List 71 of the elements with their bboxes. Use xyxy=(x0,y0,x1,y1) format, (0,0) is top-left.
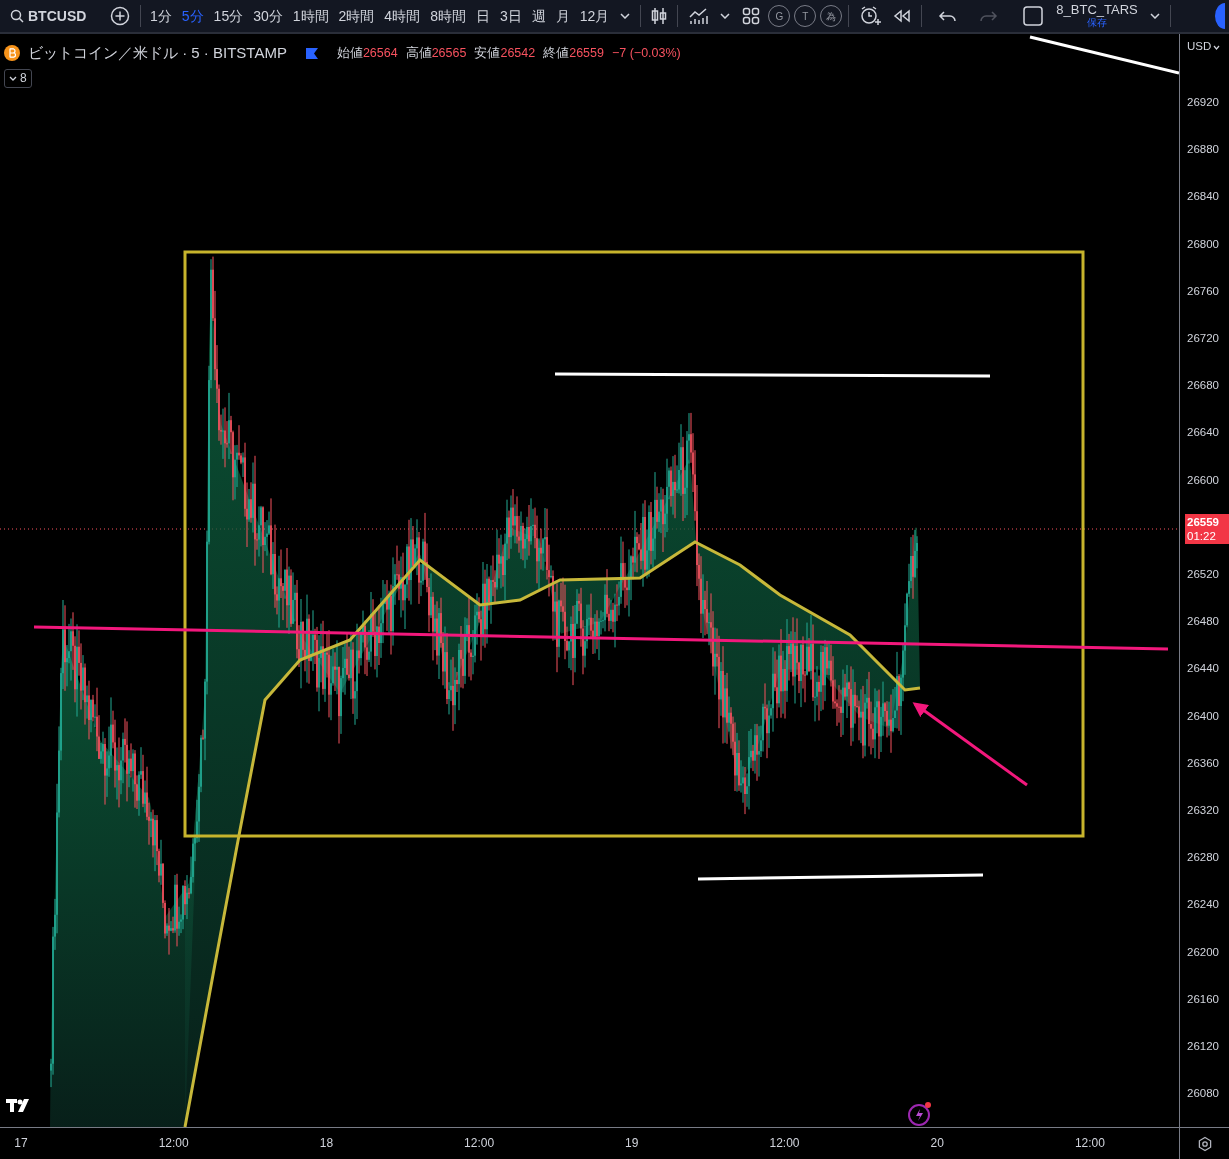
chevron-down-icon xyxy=(1213,44,1221,50)
time-tick: 18 xyxy=(319,1135,334,1152)
price-tick: 26480 xyxy=(1187,614,1219,630)
price-tick: 26800 xyxy=(1187,236,1219,252)
currency-button[interactable]: USD xyxy=(1183,38,1225,56)
price-tick: 26680 xyxy=(1187,378,1219,394)
time-tick: 12:00 xyxy=(1074,1135,1105,1152)
layout-name-button[interactable]: 8_BTC_TARS 保存 xyxy=(1050,0,1144,32)
interval-tab[interactable]: 2時間 xyxy=(333,0,380,32)
grid-icon[interactable] xyxy=(742,7,761,25)
indicator-chart-icon[interactable] xyxy=(688,6,709,26)
time-tick: 12:00 xyxy=(769,1135,800,1152)
rewind-icon[interactable] xyxy=(893,9,912,23)
price-tick: 26600 xyxy=(1187,472,1219,488)
interval-tab[interactable]: 12月 xyxy=(574,0,615,32)
settings-icon[interactable] xyxy=(1196,1135,1213,1152)
flag-icon[interactable] xyxy=(304,46,319,60)
interval-tab[interactable]: 8時間 xyxy=(425,0,471,32)
undo-icon[interactable] xyxy=(938,9,957,23)
price-tick: 26160 xyxy=(1187,992,1219,1008)
chevron-down-icon[interactable] xyxy=(1149,13,1160,19)
time-tick: 12:00 xyxy=(158,1135,189,1152)
alarm-clock-icon[interactable] xyxy=(859,5,882,27)
ohlc-value: 始値26564 xyxy=(336,44,398,62)
price-tick: 26920 xyxy=(1187,95,1219,111)
interval-tab[interactable]: 日 xyxy=(470,0,495,32)
lightning-icon[interactable] xyxy=(907,1101,933,1127)
indicator-toggle-button[interactable]: 8 xyxy=(4,68,32,88)
price-tick: 26360 xyxy=(1187,756,1219,772)
price-tick: 26080 xyxy=(1187,1086,1219,1102)
price-change: −7 (−0.03%) xyxy=(611,44,681,62)
interval-tab[interactable]: 4時間 xyxy=(379,0,426,32)
time-tick: 17 xyxy=(14,1135,28,1152)
price-tick: 26520 xyxy=(1187,567,1219,583)
interval-tab[interactable]: 月 xyxy=(550,0,575,32)
add-icon[interactable] xyxy=(110,6,130,26)
symbol-search[interactable]: BTCUSD xyxy=(4,0,104,32)
interval-tab[interactable]: 1分 xyxy=(145,0,177,32)
price-tick: 26320 xyxy=(1187,803,1219,819)
price-tick: 26120 xyxy=(1187,1039,1219,1055)
ohlc-value: 安値26542 xyxy=(474,44,536,62)
chevron-down-icon xyxy=(9,75,17,81)
chevron-down-icon[interactable] xyxy=(620,13,631,19)
search-icon xyxy=(10,9,24,23)
interval-tab[interactable]: 1時間 xyxy=(287,0,334,32)
price-tick: 26280 xyxy=(1187,850,1219,866)
interval-tab[interactable]: 週 xyxy=(526,0,551,32)
ohlc-value: 終値26559 xyxy=(543,44,604,62)
price-tick: 26240 xyxy=(1187,897,1219,913)
ohlc-value: 高値26565 xyxy=(405,44,467,62)
chart-title: ビットコイン／米ドル · 5 · BITSTAMP xyxy=(28,43,287,63)
price-tick: 26640 xyxy=(1187,425,1219,441)
price-tick: 26840 xyxy=(1187,189,1219,205)
square-icon[interactable] xyxy=(1022,5,1045,27)
interval-tab[interactable]: 15分 xyxy=(208,0,249,32)
price-tick: 26720 xyxy=(1187,331,1219,347)
candlestick-icon[interactable] xyxy=(651,6,668,26)
interval-tab[interactable]: 3日 xyxy=(494,0,527,32)
time-tick: 19 xyxy=(625,1135,639,1152)
time-tick: 12:00 xyxy=(464,1135,495,1152)
price-tick: 26200 xyxy=(1187,944,1219,960)
chevron-down-icon[interactable] xyxy=(720,13,731,19)
time-tick: 20 xyxy=(930,1135,944,1152)
bitcoin-icon xyxy=(4,45,20,62)
price-tick: 26400 xyxy=(1187,708,1219,724)
price-tick: 26440 xyxy=(1187,661,1219,677)
price-tick: 26880 xyxy=(1187,142,1219,158)
interval-tab[interactable]: 30分 xyxy=(248,0,288,32)
interval-tab[interactable]: 5分 xyxy=(176,0,209,32)
last-price-badge: 26559 01:22 xyxy=(1185,514,1229,544)
price-tick: 26760 xyxy=(1187,284,1219,300)
